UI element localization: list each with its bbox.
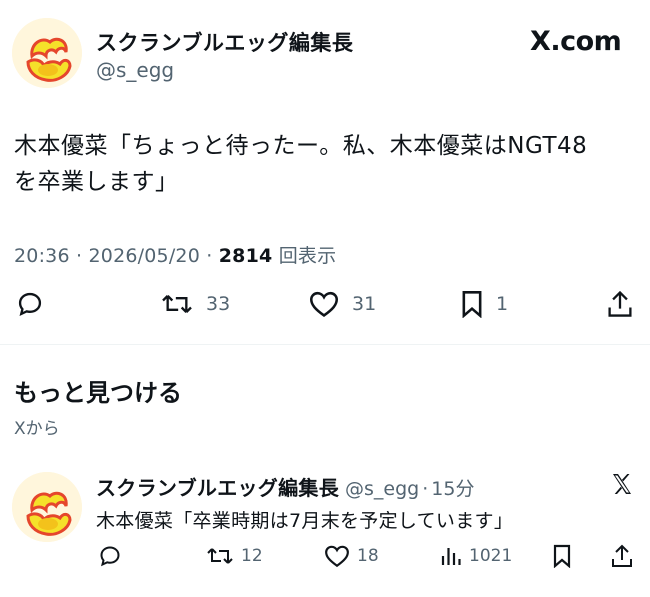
- bookmark-icon: [462, 291, 482, 318]
- xcom-logo[interactable]: X.com: [530, 26, 622, 57]
- retweet-count: 33: [206, 293, 231, 315]
- reply-icon: [100, 546, 120, 567]
- tweet-time[interactable]: 20:36: [14, 245, 70, 267]
- bookmark-icon: [553, 544, 571, 568]
- retweet-icon: [162, 295, 192, 313]
- tweet-meta: 20:36 · 2026/05/20 · 2814 回表示: [14, 241, 336, 268]
- author-name[interactable]: スクランブルエッグ編集長: [96, 27, 353, 57]
- heart-icon: [309, 291, 339, 318]
- share-icon: [612, 544, 632, 567]
- related-retweet-count: 12: [241, 546, 263, 566]
- reply-button[interactable]: [16, 290, 44, 318]
- like-button[interactable]: 31: [308, 290, 376, 318]
- meta-dot-1: ·: [76, 245, 89, 267]
- related-separator: ·: [422, 478, 429, 500]
- related-retweet-button[interactable]: 12: [206, 544, 263, 568]
- related-x-button[interactable]: [610, 472, 634, 500]
- more-subtitle: Xから: [14, 419, 60, 439]
- tweet-text-line1: 木本優菜「ちょっと待ったー。私、木本優菜はNGT48: [14, 133, 588, 159]
- bookmark-count: 1: [496, 293, 509, 315]
- section-divider: [0, 344, 650, 345]
- related-like-count: 18: [357, 546, 379, 566]
- related-share-button[interactable]: [610, 543, 634, 569]
- share-icon: [608, 290, 632, 317]
- views-count: 2814: [218, 245, 273, 267]
- retweet-button[interactable]: 33: [160, 290, 230, 318]
- more-title: もっと見つける: [14, 379, 182, 407]
- retweet-icon: [207, 548, 233, 564]
- xcom-label: X.com: [530, 26, 622, 57]
- related-author-avatar[interactable]: [12, 472, 82, 542]
- heart-icon: [325, 545, 349, 568]
- related-header: スクランブルエッグ編集長 @s_egg · 15分: [96, 472, 474, 501]
- reply-icon: [18, 292, 42, 317]
- related-views-button[interactable]: 1021: [440, 544, 512, 568]
- x-logo-icon: [613, 474, 631, 494]
- related-tweet-text: 木本優菜「卒業時期は7月末を予定しています」: [96, 510, 514, 532]
- related-age[interactable]: 15分: [431, 474, 474, 501]
- related-like-button[interactable]: 18: [324, 544, 379, 568]
- like-count: 31: [352, 293, 377, 315]
- related-reply-button[interactable]: [98, 544, 122, 568]
- related-author-name[interactable]: スクランブルエッグ編集長: [96, 472, 339, 501]
- meta-dot-2: ·: [206, 245, 219, 267]
- bookmark-button[interactable]: 1: [460, 290, 508, 318]
- analytics-icon: [441, 548, 461, 565]
- views-label: 回表示: [278, 245, 337, 267]
- tweet-date[interactable]: 2026/05/20: [89, 245, 201, 267]
- egg-logo-icon: [12, 472, 82, 542]
- related-views-count: 1021: [469, 546, 513, 566]
- tweet-text-line2: を卒業します」: [14, 169, 179, 195]
- related-bookmark-button[interactable]: [552, 544, 572, 568]
- author-handle[interactable]: @s_egg: [96, 58, 174, 82]
- author-avatar[interactable]: [12, 18, 82, 88]
- related-author-handle[interactable]: @s_egg: [345, 478, 419, 500]
- share-button[interactable]: [606, 289, 634, 319]
- egg-logo-icon: [12, 18, 82, 88]
